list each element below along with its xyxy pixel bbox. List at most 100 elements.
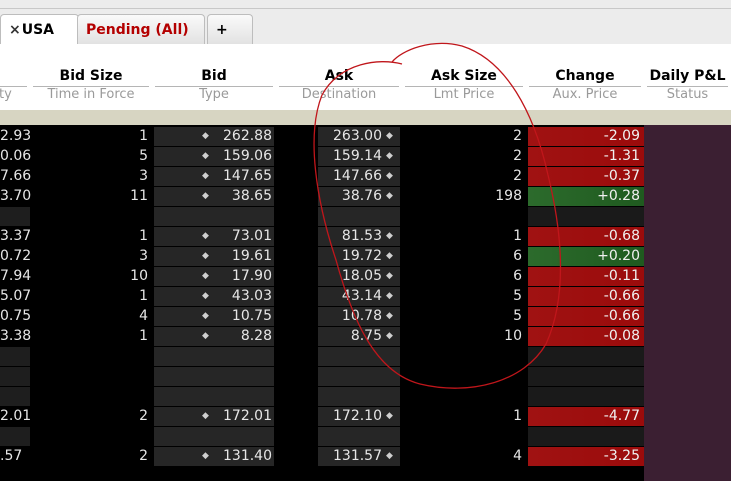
ask-size-value: 1	[513, 228, 522, 244]
column-header-bid[interactable]: Bid Type	[152, 68, 276, 108]
bid-value: 17.90	[231, 268, 272, 284]
table-row[interactable]	[0, 427, 644, 447]
ask-value: 38.76	[341, 188, 382, 204]
last-cell-bg	[0, 427, 30, 446]
change-value: -0.66	[603, 288, 640, 304]
table-row[interactable]: 2.01 2 ◆ 172.01 172.10 ◆ 1 -4.77	[0, 407, 644, 427]
bid-size-value: 5	[139, 148, 148, 164]
column-header-bid-size[interactable]: Bid Size Time in Force	[30, 68, 152, 108]
column-subtitle: Type	[199, 87, 229, 102]
tab-usa[interactable]: ×USA	[0, 14, 79, 44]
column-subtitle: Destination	[301, 87, 377, 102]
table-row[interactable]: 3.38 1 ◆ 8.28 8.75 ◆ 10 -0.08	[0, 327, 644, 347]
ask-marker-icon: ◆	[386, 191, 393, 201]
table-row[interactable]: 2.93 1 ◆ 262.88 263.00 ◆ 2 -2.09	[0, 127, 644, 147]
column-header-last[interactable]: ty	[0, 68, 30, 108]
change-value: -4.77	[603, 408, 640, 424]
ask-cell-bg	[318, 207, 400, 226]
column-header-change[interactable]: Change Aux. Price	[526, 68, 644, 108]
last-cell-bg	[0, 387, 30, 406]
table-row[interactable]	[0, 207, 644, 227]
bid-size-value: 1	[139, 228, 148, 244]
bid-value: 19.61	[231, 248, 272, 264]
ask-value: 18.05	[341, 268, 382, 284]
change-cell-bg	[528, 207, 644, 226]
ask-cell-bg	[318, 347, 400, 366]
last-price: 0.06	[0, 148, 32, 164]
tab-pending-label: Pending (All)	[86, 22, 189, 38]
ask-size-value: 6	[513, 268, 522, 284]
change-value: -3.25	[603, 448, 640, 464]
table-row[interactable]	[0, 387, 644, 407]
table-row[interactable]: 7.94 10 ◆ 17.90 18.05 ◆ 6 -0.11	[0, 267, 644, 287]
ask-marker-icon: ◆	[386, 251, 393, 261]
bid-value: 8.28	[240, 328, 272, 344]
table-row[interactable]: .57 2 ◆ 131.40 131.57 ◆ 4 -3.25	[0, 447, 644, 467]
ask-value: 147.66	[333, 168, 382, 184]
table-row[interactable]: 0.75 4 ◆ 10.75 10.78 ◆ 5 -0.66	[0, 307, 644, 327]
table-row[interactable]: 3.70 11 ◆ 38.65 38.76 ◆ 198 +0.28	[0, 187, 644, 207]
change-cell-bg	[528, 387, 644, 406]
bid-size-value: 10	[130, 268, 148, 284]
ask-size-value: 2	[513, 168, 522, 184]
daily-pnl-column	[644, 125, 731, 481]
tab-usa-label: USA	[21, 22, 55, 38]
table-row[interactable]	[0, 367, 644, 387]
last-price: 2.01	[0, 408, 32, 424]
tab-bar: ×USA Pending (All) +	[0, 0, 731, 44]
change-value: -0.37	[603, 168, 640, 184]
bid-value: 10.75	[231, 308, 272, 324]
last-price: .57	[0, 448, 23, 464]
last-cell-bg	[0, 367, 30, 386]
ask-marker-icon: ◆	[386, 411, 393, 421]
table-row[interactable]: 0.72 3 ◆ 19.61 19.72 ◆ 6 +0.20	[0, 247, 644, 267]
add-tab-button[interactable]: +	[207, 14, 253, 44]
last-price: 2.93	[0, 128, 32, 144]
ask-cell-bg	[318, 427, 400, 446]
column-subtitle: Time in Force	[47, 87, 135, 102]
table-row[interactable]: 7.66 3 ◆ 147.65 147.66 ◆ 2 -0.37	[0, 167, 644, 187]
close-icon[interactable]: ×	[9, 22, 21, 38]
last-price: 7.66	[0, 168, 32, 184]
last-cell-bg	[0, 347, 30, 366]
change-value: -1.31	[603, 148, 640, 164]
bid-size-value: 11	[130, 188, 148, 204]
bid-size-value: 1	[139, 128, 148, 144]
ask-size-value: 1	[513, 408, 522, 424]
change-value: -0.66	[603, 308, 640, 324]
ask-value: 8.75	[350, 328, 382, 344]
last-price: 0.72	[0, 248, 32, 264]
ask-marker-icon: ◆	[386, 151, 393, 161]
last-cell-bg	[0, 207, 30, 226]
column-header-ask-size[interactable]: Ask Size Lmt Price	[402, 68, 526, 108]
column-title: Ask Size	[431, 68, 497, 84]
last-price: 0.75	[0, 308, 32, 324]
last-price: 7.94	[0, 268, 32, 284]
column-subtitle: Aux. Price	[552, 87, 618, 102]
bid-value: 159.06	[223, 148, 272, 164]
table-row[interactable]: 0.06 5 ◆ 159.06 159.14 ◆ 2 -1.31	[0, 147, 644, 167]
quote-grid: 2.93 1 ◆ 262.88 263.00 ◆ 2 -2.09 0.06 5 ◆ 159.06 159…	[0, 125, 731, 481]
bid-value: 172.01	[223, 408, 272, 424]
table-row[interactable]: 5.07 1 ◆ 43.03 43.14 ◆ 5 -0.66	[0, 287, 644, 307]
column-subtitle: Lmt Price	[433, 87, 495, 102]
ask-marker-icon: ◆	[386, 271, 393, 281]
ask-value: 172.10	[333, 408, 382, 424]
bid-value: 43.03	[231, 288, 272, 304]
bid-cell-bg	[154, 207, 274, 226]
ask-size-value: 6	[513, 248, 522, 264]
column-header-ask[interactable]: Ask Destination	[276, 68, 402, 108]
table-row[interactable]: 3.37 1 ◆ 73.01 81.53 ◆ 1 -0.68	[0, 227, 644, 247]
column-header: ty Bid Size Time in Force Bid Type Ask D…	[0, 44, 731, 110]
tab-pending-all[interactable]: Pending (All)	[77, 14, 205, 44]
ask-size-value: 2	[513, 148, 522, 164]
table-row[interactable]	[0, 347, 644, 367]
change-value: +0.20	[597, 248, 640, 264]
last-price: 3.37	[0, 228, 32, 244]
group-separator-band	[0, 110, 731, 125]
bid-size-value: 3	[139, 248, 148, 264]
ask-size-value: 198	[495, 188, 522, 204]
column-header-daily-pnl[interactable]: Daily P&L Status	[644, 68, 731, 108]
ask-marker-icon: ◆	[386, 451, 393, 461]
bid-cell-bg	[154, 367, 274, 386]
